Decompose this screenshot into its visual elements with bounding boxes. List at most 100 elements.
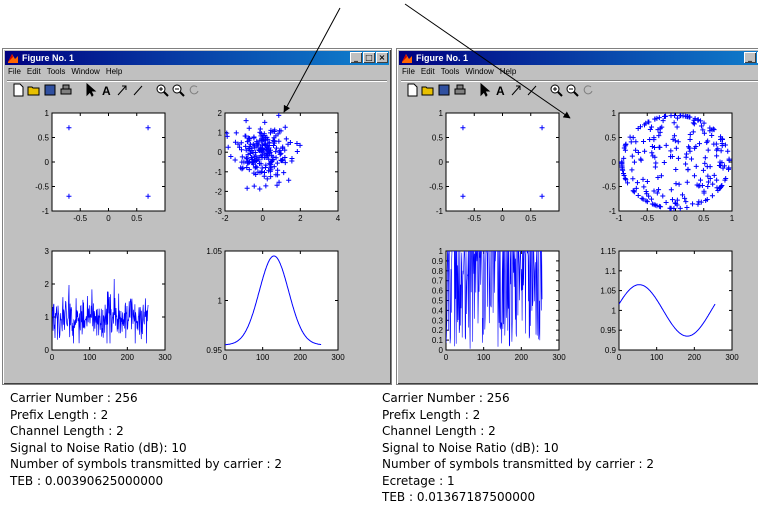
y-tick-label: 1.05	[206, 247, 222, 256]
title-bar[interactable]: Figure No. 1 _□×	[5, 51, 389, 65]
menu-tools[interactable]: Tools	[44, 66, 69, 78]
y-tick-label: 0.5	[38, 134, 50, 143]
y-tick-label: -3	[215, 207, 223, 216]
toolbar: A	[7, 80, 387, 99]
y-tick-label: 0.5	[605, 134, 617, 143]
x-tick-label: -1	[615, 214, 623, 223]
zoom-in-icon[interactable]	[549, 83, 563, 97]
x-tick-label: 1	[730, 214, 735, 223]
info-text-right: Carrier Number : 256 Prefix Length : 2 C…	[382, 390, 654, 506]
y-tick-label: 1.1	[605, 267, 617, 276]
y-tick-label: -1	[436, 207, 444, 216]
subplot-1: -0.5 0 0.5 1 0.5 0 -0.5 -1	[35, 109, 166, 223]
window-title: Figure No. 1	[416, 53, 469, 63]
line-tool-icon[interactable]	[131, 83, 145, 97]
text-tool-icon[interactable]: A	[493, 83, 507, 97]
x-tick-label: 0	[50, 353, 55, 362]
new-file-icon[interactable]	[11, 83, 25, 97]
svg-text:A: A	[496, 84, 505, 97]
y-tick-label: 1	[45, 109, 50, 118]
y-tick-label: 1.15	[600, 247, 616, 256]
minimize-button[interactable]: _	[350, 52, 362, 63]
print-icon[interactable]	[59, 83, 73, 97]
title-bar[interactable]: Figure No. 1 _□×	[399, 51, 758, 65]
x-tick-label: 0.5	[698, 214, 710, 223]
y-tick-label: 1	[218, 129, 223, 138]
info-channel-length: Channel Length : 2	[10, 424, 124, 438]
x-tick-label: 0	[617, 353, 622, 362]
menu-window[interactable]: Window	[68, 66, 102, 78]
x-tick-label: 0	[673, 214, 678, 223]
y-tick-label: 0	[45, 158, 50, 167]
menu-bar: File Edit Tools Window Help	[5, 66, 389, 78]
x-tick-label: 300	[552, 353, 566, 362]
y-tick-label: -1	[215, 168, 223, 177]
y-tick-label: 1	[45, 313, 50, 322]
y-tick-label: 3	[45, 247, 50, 256]
plots-canvas: -0.5 0 0.510.50-0.5-1-1 -0.5 0 0.5 110.50-0.5-…	[429, 109, 739, 362]
x-tick-label: 100	[477, 353, 491, 362]
info-snr: Signal to Noise Ratio (dB): 10	[382, 440, 559, 455]
info-carrier-number: Carrier Number : 256	[10, 391, 138, 405]
figure-window-right[interactable]: Figure No. 1 _□× FileEditToolsWindowHelp…	[396, 48, 758, 385]
info-carrier-number: Carrier Number : 256	[382, 391, 510, 405]
open-folder-icon[interactable]	[27, 83, 41, 97]
pointer-icon[interactable]	[477, 83, 491, 97]
y-tick-label: 0.2	[432, 326, 444, 335]
menu-help[interactable]: Help	[103, 66, 125, 78]
arrow-tool-icon[interactable]	[115, 83, 129, 97]
arrow-tool-icon[interactable]	[509, 83, 523, 97]
matlab-logo-icon	[402, 54, 412, 63]
menu-edit[interactable]: Edit	[418, 66, 438, 78]
info-prefix-length: Prefix Length : 2	[382, 407, 481, 422]
info-text-left: Carrier Number : 256 Prefix Length : 2 C…	[10, 390, 282, 489]
menu-help[interactable]: Help	[497, 66, 519, 78]
x-tick-label: 0	[260, 214, 265, 223]
y-tick-label: 0.95	[206, 346, 222, 355]
toolbar: A	[401, 80, 758, 99]
subplot-2: -1 -0.5 0 0.5 1 1 0.5 0 -0.5 -1	[602, 109, 735, 223]
menu-tools[interactable]: Tools	[438, 66, 463, 78]
text-tool-icon[interactable]: A	[99, 83, 113, 97]
subplot-4: 0 100 200 300 1.15 1.1 1.05 1 0.95 0.9	[600, 247, 739, 362]
rotate-icon[interactable]	[581, 83, 595, 97]
zoom-in-icon[interactable]	[155, 83, 169, 97]
figure-window-left[interactable]: Figure No. 1 _ □ × File Edit Tools Window Help…	[2, 48, 392, 385]
new-file-icon[interactable]	[405, 83, 419, 97]
y-tick-label: 0.7	[432, 277, 444, 286]
save-icon[interactable]	[437, 83, 451, 97]
y-tick-label: 0.1	[432, 336, 444, 345]
y-tick-label: 1	[439, 247, 444, 256]
x-tick-label: 4	[336, 214, 341, 223]
minimize-button[interactable]: _	[744, 52, 756, 63]
info-symbols-per-carrier: Number of symbols transmitted by carrier…	[382, 457, 654, 471]
print-icon[interactable]	[453, 83, 467, 97]
menu-edit[interactable]: Edit	[24, 66, 44, 78]
y-tick-label: 0	[612, 158, 617, 167]
zoom-out-icon[interactable]	[171, 83, 185, 97]
menu-file[interactable]: File	[399, 66, 418, 78]
rotate-icon[interactable]	[187, 83, 201, 97]
save-icon[interactable]	[43, 83, 57, 97]
x-tick-label: -0.5	[640, 214, 654, 223]
close-button[interactable]: ×	[376, 52, 388, 63]
x-tick-label: 300	[331, 353, 345, 362]
data-point	[258, 108, 263, 113]
menu-file[interactable]: File	[5, 66, 24, 78]
x-tick-label: -0.5	[467, 214, 481, 223]
y-tick-label: 0.6	[432, 287, 444, 296]
y-tick-label: 0.3	[432, 316, 444, 325]
subplot-3: 0 100 200 300 10.90.80.70.60.50.40.30.20.10	[432, 247, 566, 362]
open-folder-icon[interactable]	[421, 83, 435, 97]
menu-window[interactable]: Window	[462, 66, 496, 78]
pointer-icon[interactable]	[83, 83, 97, 97]
subplot-3: 0 100 200 300 3 2 1 0	[45, 247, 173, 362]
y-tick-label: 0	[218, 148, 223, 157]
zoom-out-icon[interactable]	[565, 83, 579, 97]
x-tick-label: 300	[725, 353, 739, 362]
axes-frame	[618, 250, 733, 351]
line-tool-icon[interactable]	[525, 83, 539, 97]
x-tick-label: -0.5	[73, 214, 87, 223]
y-tick-label: 0.95	[600, 326, 616, 335]
maximize-button[interactable]: □	[363, 52, 375, 63]
